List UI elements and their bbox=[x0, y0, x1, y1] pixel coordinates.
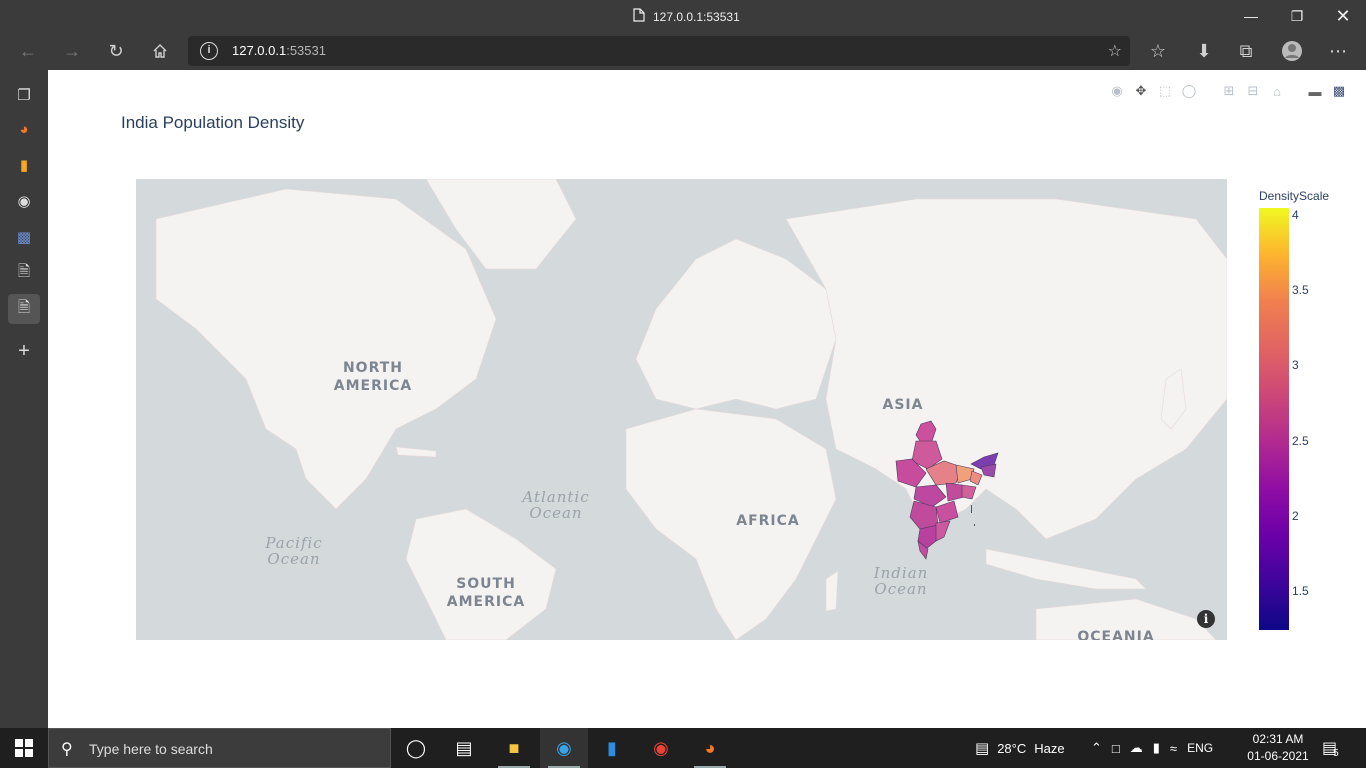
file-explorer-icon[interactable]: ■ bbox=[490, 728, 538, 768]
page-content: India Population Density ◉ ✥ ⬚ ◯ ⊞ ⊟ ⌂ ▬… bbox=[48, 70, 1366, 728]
close-button[interactable]: ✕ bbox=[1320, 0, 1366, 32]
profile-avatar[interactable] bbox=[1277, 36, 1307, 66]
url-text[interactable]: 127.0.0.1:53531 bbox=[232, 43, 326, 58]
hover-mode-icon[interactable]: ▬ bbox=[1306, 82, 1324, 100]
weather-widget[interactable]: ▤ 28°C Haze bbox=[975, 728, 1065, 768]
task-view-icon[interactable]: ▤ bbox=[440, 728, 488, 768]
chevron-up-icon[interactable]: ⌃ bbox=[1091, 740, 1102, 756]
windows-icon bbox=[15, 739, 33, 757]
home-icon bbox=[153, 44, 167, 58]
back-button[interactable]: ← bbox=[13, 36, 43, 66]
address-bar[interactable]: i 127.0.0.1:53531 ☆ bbox=[188, 36, 1130, 66]
plot-modebar: ◉ ✥ ⬚ ◯ ⊞ ⊟ ⌂ ▬ ▩ bbox=[1108, 82, 1348, 100]
colorbar-gradient bbox=[1259, 208, 1289, 630]
label-africa: AFRICA bbox=[736, 513, 800, 529]
window-title-bar: 127.0.0.1:53531 — ❐ ✕ bbox=[0, 0, 1366, 32]
battery-icon[interactable]: ▮ bbox=[1153, 740, 1160, 756]
home-button[interactable] bbox=[145, 36, 175, 66]
weather-icon: ▤ bbox=[975, 740, 990, 757]
lasso-select-icon[interactable]: ◯ bbox=[1180, 82, 1198, 100]
notification-center-button[interactable]: ▤ 5 bbox=[1322, 728, 1339, 768]
plot-title: India Population Density bbox=[121, 113, 305, 132]
collections-button[interactable]: ⧉ bbox=[1231, 36, 1261, 66]
search-placeholder: Type here to search bbox=[89, 741, 213, 757]
vertical-sidebar: ❐ ◕ ▮ ◉ ▩ 🗎 🗎 + bbox=[0, 70, 48, 728]
label-pacific-ocean: Pacific Ocean bbox=[265, 534, 323, 568]
restore-button[interactable]: ❐ bbox=[1274, 0, 1320, 32]
zoom-in-icon[interactable]: ⊞ bbox=[1220, 82, 1238, 100]
map-plot-area[interactable]: NORTH AMERICA SOUTH AMERICA AFRICA ASIA … bbox=[136, 179, 1227, 640]
tab-actions-icon[interactable]: ❐ bbox=[8, 80, 40, 110]
jupyter-tab-icon[interactable]: ◕ bbox=[8, 114, 40, 144]
language-indicator[interactable]: ENG bbox=[1187, 741, 1213, 755]
forward-button[interactable]: → bbox=[57, 36, 87, 66]
meet-now-icon[interactable]: □ bbox=[1112, 741, 1120, 756]
box-select-icon[interactable]: ⬚ bbox=[1156, 82, 1174, 100]
label-atlantic-ocean: Atlantic Ocean bbox=[522, 488, 590, 522]
pan-icon[interactable]: ✥ bbox=[1132, 82, 1150, 100]
colorbar-title: DensityScale bbox=[1259, 189, 1330, 203]
world-basemap bbox=[155, 179, 1227, 640]
page-tab-icon[interactable]: 🗎 bbox=[8, 258, 40, 288]
system-tray: ⌃ □ ☁ ▮ ≈ ENG bbox=[1091, 728, 1213, 768]
clock-date: 01-06-2021 bbox=[1247, 749, 1309, 763]
phone-app-icon[interactable]: ▮ bbox=[588, 728, 636, 768]
plotly-tab-icon[interactable]: ▩ bbox=[8, 222, 40, 252]
camera-icon[interactable]: ◉ bbox=[1108, 82, 1126, 100]
zoom-out-icon[interactable]: ⊟ bbox=[1244, 82, 1262, 100]
cortana-icon[interactable]: ◯ bbox=[392, 728, 440, 768]
window-title-text: 127.0.0.1:53531 bbox=[653, 9, 740, 24]
colorbar-tick-label: 1.5 bbox=[1292, 584, 1309, 599]
window-title: 127.0.0.1:53531 bbox=[633, 8, 740, 25]
new-tab-icon[interactable]: + bbox=[8, 336, 40, 366]
jupyter-icon[interactable]: ◕ bbox=[686, 728, 734, 768]
settings-menu-button[interactable]: ⋯ bbox=[1323, 36, 1353, 66]
label-asia: ASIA bbox=[882, 397, 924, 413]
chrome-icon[interactable]: ◉ bbox=[637, 728, 685, 768]
wifi-icon[interactable]: ≈ bbox=[1170, 741, 1177, 756]
browser-toolbar: ← → ↻ i 127.0.0.1:53531 ☆ ☆ ⬇ ⧉ ⋯ bbox=[0, 32, 1366, 70]
github-tab-icon[interactable]: ◉ bbox=[8, 186, 40, 216]
plotly-logo-icon[interactable]: ▩ bbox=[1330, 82, 1348, 100]
colorbar-tick-label: 3 bbox=[1292, 358, 1299, 373]
taskbar-search-box[interactable]: ⚲ Type here to search bbox=[48, 728, 391, 768]
notebook-tab-icon[interactable]: ▮ bbox=[8, 150, 40, 180]
minimize-button[interactable]: — bbox=[1228, 0, 1274, 32]
refresh-button[interactable]: ↻ bbox=[101, 36, 131, 66]
colorbar-tick-label: 3.5 bbox=[1292, 282, 1309, 297]
add-favorite-icon[interactable]: ☆ bbox=[1108, 41, 1122, 61]
weather-desc: Haze bbox=[1034, 740, 1065, 756]
onedrive-icon[interactable]: ☁ bbox=[1130, 740, 1143, 756]
page-icon bbox=[633, 8, 645, 25]
map-attribution-info-icon[interactable]: i bbox=[1197, 610, 1215, 628]
favorites-button[interactable]: ☆ bbox=[1143, 36, 1173, 66]
label-south-america: SOUTH AMERICA bbox=[446, 576, 526, 610]
notification-count: 5 bbox=[1333, 747, 1339, 759]
current-page-tab-icon[interactable]: 🗎 bbox=[8, 294, 40, 324]
colorbar-tick-label: 4 bbox=[1292, 207, 1299, 222]
start-button[interactable] bbox=[0, 728, 48, 768]
windows-taskbar: ⚲ Type here to search ◯ ▤ ■ ◉ ▮ ◉ ◕ ▤ 28… bbox=[0, 728, 1366, 768]
label-indian-ocean: Indian Ocean bbox=[873, 564, 929, 598]
label-oceania: OCEANIA bbox=[1077, 629, 1155, 640]
weather-temp: 28°C bbox=[997, 740, 1027, 756]
clock-time: 02:31 AM bbox=[1252, 732, 1304, 746]
andaman-islands bbox=[971, 505, 975, 526]
reset-view-icon[interactable]: ⌂ bbox=[1268, 82, 1286, 100]
system-clock[interactable]: 02:31 AM 01-06-2021 bbox=[1246, 731, 1310, 765]
search-icon: ⚲ bbox=[61, 741, 73, 758]
colorbar-tick-label: 2 bbox=[1292, 508, 1299, 523]
edge-browser-icon[interactable]: ◉ bbox=[540, 728, 588, 768]
site-info-icon[interactable]: i bbox=[200, 42, 218, 60]
colorbar-tick-label: 2.5 bbox=[1292, 433, 1309, 448]
downloads-button[interactable]: ⬇ bbox=[1189, 36, 1219, 66]
label-north-america: NORTH AMERICA bbox=[333, 360, 413, 394]
